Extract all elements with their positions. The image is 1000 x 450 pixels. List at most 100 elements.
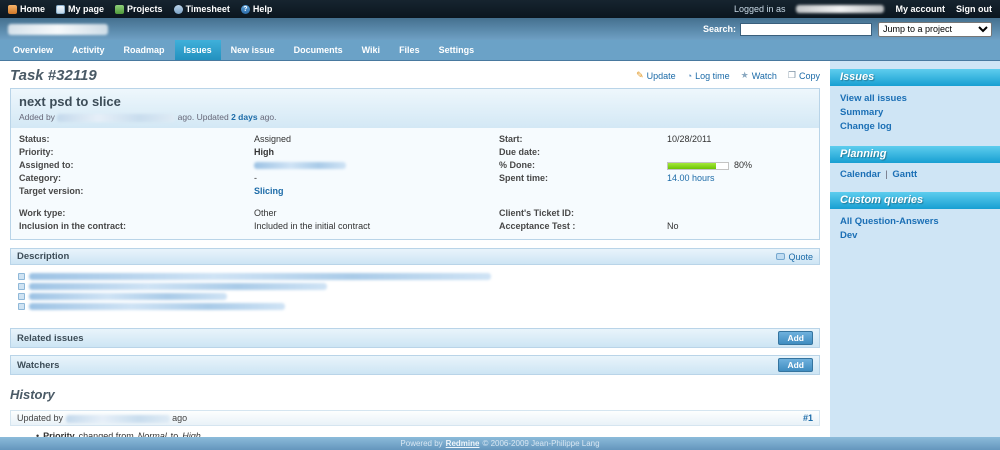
quote-label: Quote — [788, 251, 813, 262]
redacted-url — [29, 273, 491, 280]
spent-time-label: Spent time: — [499, 173, 549, 183]
redacted-project-logo — [8, 23, 108, 35]
sidebar-link-calendar[interactable]: Calendar — [840, 169, 881, 180]
sign-out-link[interactable]: Sign out — [956, 4, 992, 14]
category-value: - — [254, 173, 257, 183]
tab-roadmap[interactable]: Roadmap — [115, 40, 174, 60]
watch-link[interactable]: ★ Watch — [741, 70, 777, 81]
home-icon — [8, 4, 17, 14]
sidebar-link-gantt[interactable]: Gantt — [892, 169, 917, 180]
updated-ago-link[interactable]: 2 days — [231, 112, 257, 122]
related-add-button[interactable]: Add — [778, 331, 813, 345]
redacted-username — [796, 5, 885, 13]
journal-number-link[interactable]: #1 — [803, 413, 813, 423]
redacted-url — [29, 283, 327, 290]
watchers-add-button[interactable]: Add — [778, 358, 813, 372]
nav-timesheet-label: Timesheet — [185, 4, 230, 14]
nav-projects-label: Projects — [127, 4, 163, 14]
page-icon — [56, 4, 66, 14]
issue-card-header: next psd to slice Added by ago. Updated … — [11, 89, 819, 128]
nav-help[interactable]: ? Help — [240, 4, 272, 14]
context-row: Task #32119 ✎ Update ◔ Log time ★ Watch ❐ Co… — [10, 67, 820, 84]
redacted-url — [29, 293, 227, 300]
tab-settings[interactable]: Settings — [430, 40, 484, 60]
description-section-bar: Description Quote — [10, 248, 820, 265]
link-icon — [18, 303, 25, 310]
project-menu-tabs: Overview Activity Roadmap Issues New iss… — [0, 40, 1000, 61]
quote-bubble-icon — [776, 253, 786, 260]
redacted-author-name — [57, 113, 176, 122]
search-input[interactable] — [740, 22, 872, 36]
tab-documents[interactable]: Documents — [285, 40, 352, 60]
description-body — [10, 265, 820, 321]
sidebar-link-summary[interactable]: Summary — [830, 106, 1000, 120]
acceptance-test-label: Acceptance Test : — [499, 221, 576, 231]
nav-timesheet[interactable]: Timesheet — [173, 4, 230, 14]
description-link-line[interactable] — [18, 293, 812, 300]
work-type-value: Other — [254, 208, 277, 218]
copy-icon: ❐ — [787, 70, 796, 80]
copy-link[interactable]: ❐ Copy — [788, 70, 820, 81]
tab-wiki[interactable]: Wiki — [353, 40, 389, 60]
redmine-link[interactable]: Redmine — [446, 439, 480, 448]
nav-projects[interactable]: Projects — [115, 4, 163, 14]
projects-icon — [115, 4, 125, 14]
nav-home[interactable]: Home — [8, 4, 45, 14]
sidebar-section-planning: Planning Calendar | Gantt — [830, 146, 1000, 180]
assigned-to-value[interactable] — [254, 160, 499, 170]
powered-by-label: Powered by — [400, 439, 443, 448]
progress-bar — [667, 161, 729, 170]
footer: Powered by Redmine © 2006-2009 Jean-Phil… — [0, 437, 1000, 450]
my-account-link[interactable]: My account — [895, 4, 945, 14]
journal-meta: Updated by ago — [17, 413, 187, 423]
quote-link[interactable]: Quote — [776, 252, 813, 262]
sidebar-section-issues: Issues View all issues Summary Change lo… — [830, 69, 1000, 134]
description-link-line[interactable] — [18, 283, 812, 290]
work-type-label: Work type: — [19, 208, 66, 218]
history-title: History — [10, 387, 55, 402]
redmine-page: Home My page Projects Timesheet ? Help Lo… — [0, 0, 1000, 450]
status-value: Assigned — [254, 134, 292, 144]
jump-to-project-select[interactable]: Jump to a project — [878, 21, 992, 37]
target-version-link[interactable]: Slicing — [254, 186, 284, 196]
tab-overview[interactable]: Overview — [4, 40, 62, 60]
ago-label: ago — [172, 413, 188, 423]
update-link[interactable]: ✎ Update — [636, 70, 676, 81]
link-icon — [18, 293, 25, 300]
tab-new-issue[interactable]: New issue — [222, 40, 284, 60]
sidebar-issues-links: View all issues Summary Change log — [830, 86, 1000, 134]
assigned-to-label: Assigned to: — [19, 160, 74, 170]
sidebar-planning-header: Planning — [830, 146, 1000, 163]
issue-content: Task #32119 ✎ Update ◔ Log time ★ Watch ❐ Co… — [0, 61, 830, 450]
tab-files[interactable]: Files — [390, 40, 429, 60]
progress-fill — [668, 162, 716, 169]
sidebar-link-view-all-issues[interactable]: View all issues — [830, 92, 1000, 106]
project-header: Search: Jump to a project — [0, 18, 1000, 40]
log-time-link[interactable]: ◔ Log time — [687, 70, 730, 81]
tab-issues[interactable]: Issues — [174, 40, 221, 60]
logged-in-label: Logged in as — [733, 4, 786, 14]
sidebar-link-all-question-answers[interactable]: All Question-Answers — [830, 215, 1000, 229]
issue-subject: next psd to slice — [19, 94, 121, 109]
client-ticket-label: Client's Ticket ID: — [499, 208, 574, 218]
related-issues-title: Related issues — [17, 332, 84, 344]
copy-label: Copy — [798, 70, 820, 81]
link-icon — [18, 273, 25, 280]
description-link-line[interactable] — [18, 303, 812, 310]
added-middle-label: ago. Updated — [177, 112, 229, 122]
tab-activity[interactable]: Activity — [63, 40, 114, 60]
spent-time-link[interactable]: 14.00 hours — [667, 173, 715, 183]
description-link-line[interactable] — [18, 273, 812, 280]
update-label: Update — [646, 70, 676, 81]
description-title: Description — [17, 251, 70, 262]
watchers-bar: Watchers Add — [10, 355, 820, 375]
nav-my-page[interactable]: My page — [56, 4, 104, 14]
category-label: Category: — [19, 173, 62, 183]
log-time-label: Log time — [695, 70, 730, 81]
clock-icon: ◔ — [686, 70, 693, 81]
priority-value: High — [254, 147, 274, 157]
sidebar-link-change-log[interactable]: Change log — [830, 120, 1000, 134]
sidebar-link-dev[interactable]: Dev — [830, 229, 1000, 243]
sidebar-section-custom-queries: Custom queries All Question-Answers Dev — [830, 192, 1000, 243]
sidebar-custom-queries-header: Custom queries — [830, 192, 1000, 209]
